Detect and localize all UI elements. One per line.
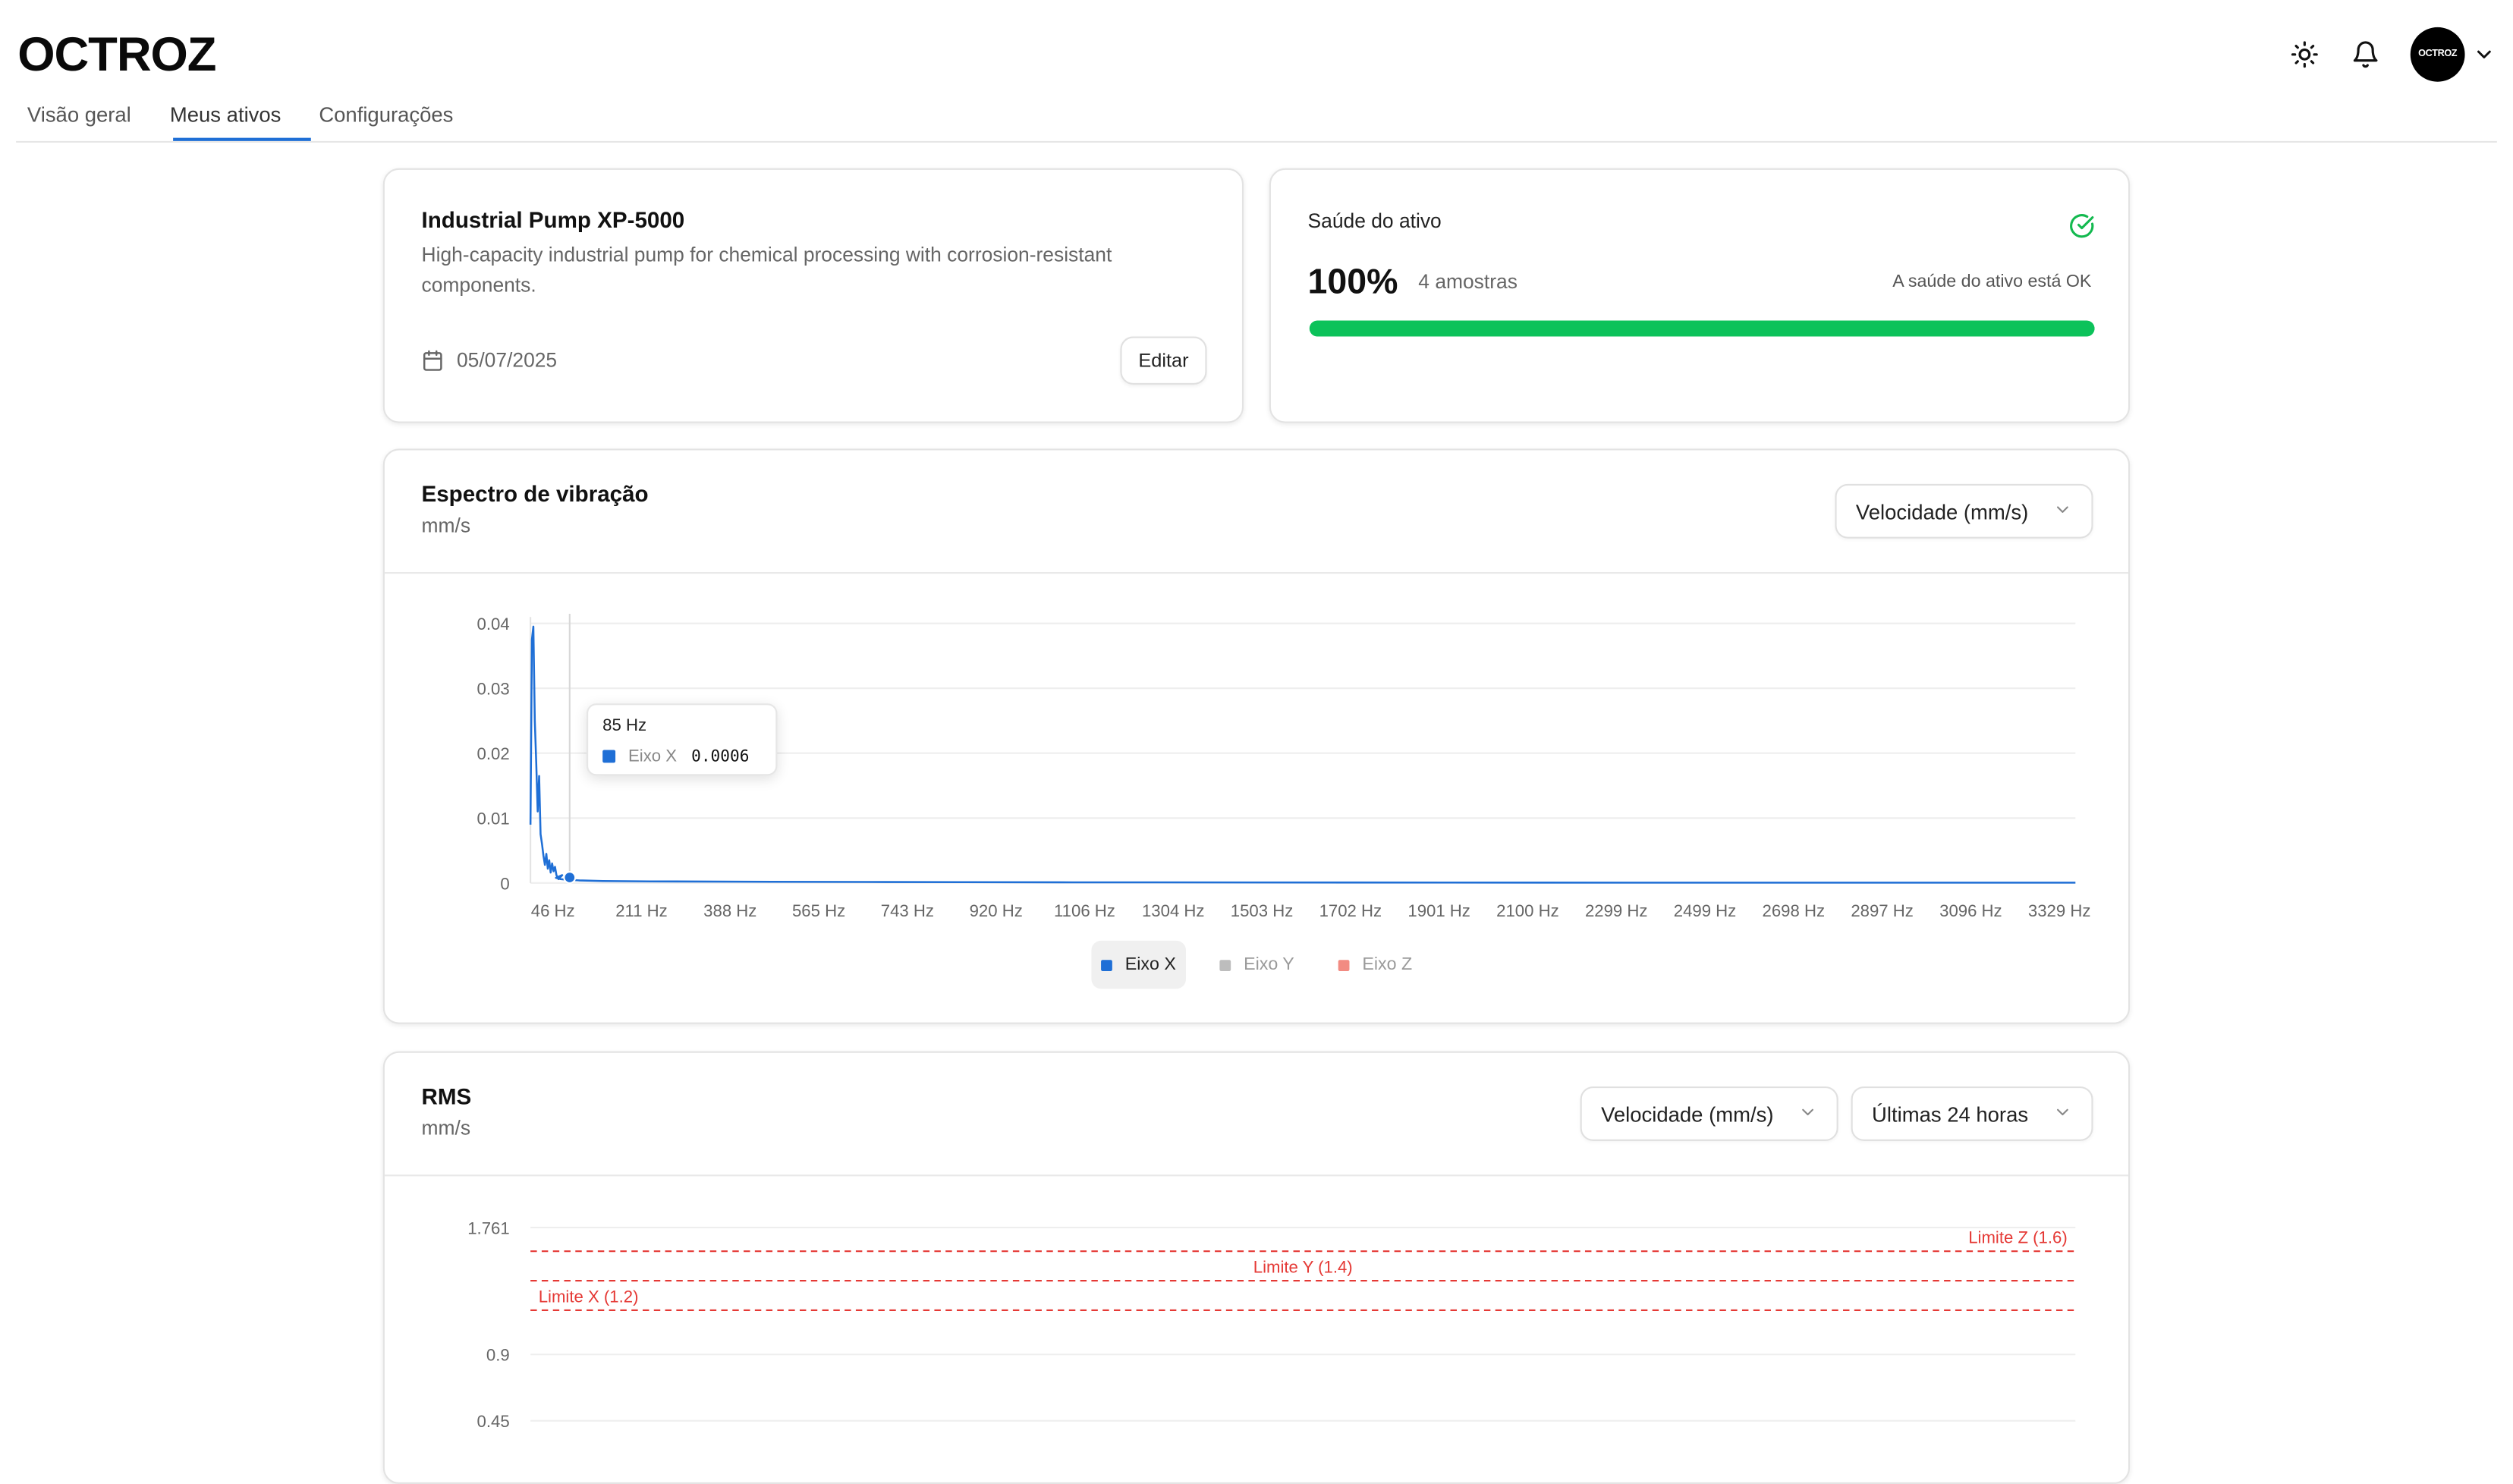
y-tick-label: 1.761 xyxy=(467,1218,509,1237)
y-tick-label: 0.01 xyxy=(477,810,510,828)
tooltip-row: Eixo X 0.0006 xyxy=(602,747,749,766)
x-tick-label: 388 Hz xyxy=(703,901,756,920)
x-tick-label: 743 Hz xyxy=(881,901,934,920)
chevron-down-icon xyxy=(1798,1102,1817,1126)
rms-title: RMS xyxy=(421,1083,472,1109)
highlight-point xyxy=(563,871,577,885)
legend-label-z: Eixo Z xyxy=(1362,954,1413,975)
chart-tooltip: 85 Hz Eixo X 0.0006 xyxy=(587,703,778,776)
y-tick-label: 0.02 xyxy=(477,744,510,763)
threshold-label: Limite X (1.2) xyxy=(539,1287,639,1306)
y-tick-label: 0 xyxy=(500,874,509,893)
x-tick-label: 1503 Hz xyxy=(1231,901,1294,920)
edit-button[interactable]: Editar xyxy=(1120,336,1207,385)
health-samples: 4 amostras xyxy=(1418,270,1518,294)
vibration-spectrum-card: Espectro de vibração mm/s Velocidade (mm… xyxy=(382,448,2131,1024)
threshold-label: Limite Z (1.6) xyxy=(1968,1228,2068,1247)
rms-range-select[interactable]: Últimas 24 horas xyxy=(1851,1086,2093,1141)
rms-range-value: Últimas 24 horas xyxy=(1872,1102,2029,1126)
x-tick-label: 3329 Hz xyxy=(2028,901,2091,920)
x-tick-label: 2299 Hz xyxy=(1585,901,1648,920)
legend-eixo-x[interactable]: Eixo X xyxy=(1091,940,1186,989)
avatar[interactable]: OCTROZ xyxy=(2410,27,2465,82)
legend-eixo-z[interactable]: Eixo Z xyxy=(1338,941,1413,989)
bell-icon[interactable] xyxy=(2346,35,2385,74)
x-tick-label: 1304 Hz xyxy=(1142,901,1205,920)
main-tabs: Visão geral Meus ativos Configurações xyxy=(16,93,2497,143)
legend-swatch-z xyxy=(1338,959,1350,970)
chevron-down-icon xyxy=(2053,499,2072,523)
legend-swatch-x xyxy=(1101,959,1112,970)
x-tick-label: 565 Hz xyxy=(792,901,845,920)
x-tick-label: 3096 Hz xyxy=(1939,901,2002,920)
chevron-down-icon[interactable] xyxy=(2471,35,2497,74)
x-tick-label: 46 Hz xyxy=(531,901,575,920)
brand-logo[interactable]: OCTROZ xyxy=(17,29,216,83)
asset-name: Industrial Pump XP-5000 xyxy=(421,206,685,233)
spectrum-unit: mm/s xyxy=(421,514,471,537)
tab-overview[interactable]: Visão geral xyxy=(27,102,131,141)
tooltip-value: 0.0006 xyxy=(691,747,750,766)
rms-unit: mm/s xyxy=(421,1117,471,1140)
active-tab-indicator xyxy=(173,137,311,141)
tab-my-assets[interactable]: Meus ativos xyxy=(170,102,281,141)
y-tick-label: 0.9 xyxy=(486,1346,510,1365)
x-tick-label: 1106 Hz xyxy=(1054,901,1115,920)
legend-label-x: Eixo X xyxy=(1124,954,1176,975)
tooltip-swatch xyxy=(602,750,616,763)
x-tick-label: 2499 Hz xyxy=(1674,901,1737,920)
health-title: Saúde do ativo xyxy=(1307,209,1442,233)
calendar-icon xyxy=(422,349,445,372)
tooltip-title: 85 Hz xyxy=(602,716,647,736)
tooltip-series: Eixo X xyxy=(627,747,678,766)
tab-settings[interactable]: Configurações xyxy=(319,102,453,141)
page: OCTROZ OCTROZ Visão geral Meus ativos Co… xyxy=(0,0,2513,1484)
asset-date: 05/07/2025 xyxy=(456,349,558,373)
health-progress-fill xyxy=(1309,320,2095,337)
rms-card: RMS mm/s Velocidade (mm/s) Últimas 24 ho… xyxy=(382,1051,2131,1484)
x-tick-label: 2698 Hz xyxy=(1763,901,1826,920)
check-circle-icon xyxy=(2069,213,2095,239)
x-tick-label: 920 Hz xyxy=(970,901,1023,920)
rms-metric-select[interactable]: Velocidade (mm/s) xyxy=(1580,1086,1838,1141)
spectrum-title: Espectro de vibração xyxy=(421,480,649,507)
y-tick-label: 0.03 xyxy=(477,680,510,699)
health-status: A saúde do ativo está OK xyxy=(1892,272,2092,292)
x-tick-label: 1702 Hz xyxy=(1319,901,1382,920)
header-actions: OCTROZ xyxy=(2263,26,2496,83)
rms-metric-value: Velocidade (mm/s) xyxy=(1601,1102,1774,1126)
sun-icon[interactable] xyxy=(2285,35,2324,74)
rms-chart: 0.45 0.9 1.761 Limite X (1.2) Limite Y (1.4)… xyxy=(467,1218,2076,1431)
legend-label-y: Eixo Y xyxy=(1244,954,1294,975)
y-tick-label: 0.45 xyxy=(477,1412,510,1431)
health-progress-bar xyxy=(1309,320,2095,337)
threshold-label: Limite Y (1.4) xyxy=(1253,1258,1353,1277)
spectrum-metric-select[interactable]: Velocidade (mm/s) xyxy=(1835,483,2093,539)
chevron-down-icon xyxy=(2053,1102,2072,1126)
asset-description: High-capacity industrial pump for chemic… xyxy=(421,244,1112,297)
legend-swatch-y xyxy=(1219,959,1231,970)
x-tick-label: 2897 Hz xyxy=(1851,901,1914,920)
asset-info-card: Industrial Pump XP-5000 High-capacity in… xyxy=(382,168,1244,423)
legend-eixo-y[interactable]: Eixo Y xyxy=(1219,941,1294,989)
y-tick-label: 0.04 xyxy=(477,615,510,634)
x-tick-label: 211 Hz xyxy=(615,901,668,920)
health-percent: 100% xyxy=(1307,261,1398,302)
x-tick-label: 2100 Hz xyxy=(1496,901,1559,920)
x-tick-label: 1901 Hz xyxy=(1407,901,1470,920)
spectrum-metric-value: Velocidade (mm/s) xyxy=(1855,498,2029,523)
asset-health-card: Saúde do ativo 100% 4 amostras A saúde d… xyxy=(1269,168,2131,423)
